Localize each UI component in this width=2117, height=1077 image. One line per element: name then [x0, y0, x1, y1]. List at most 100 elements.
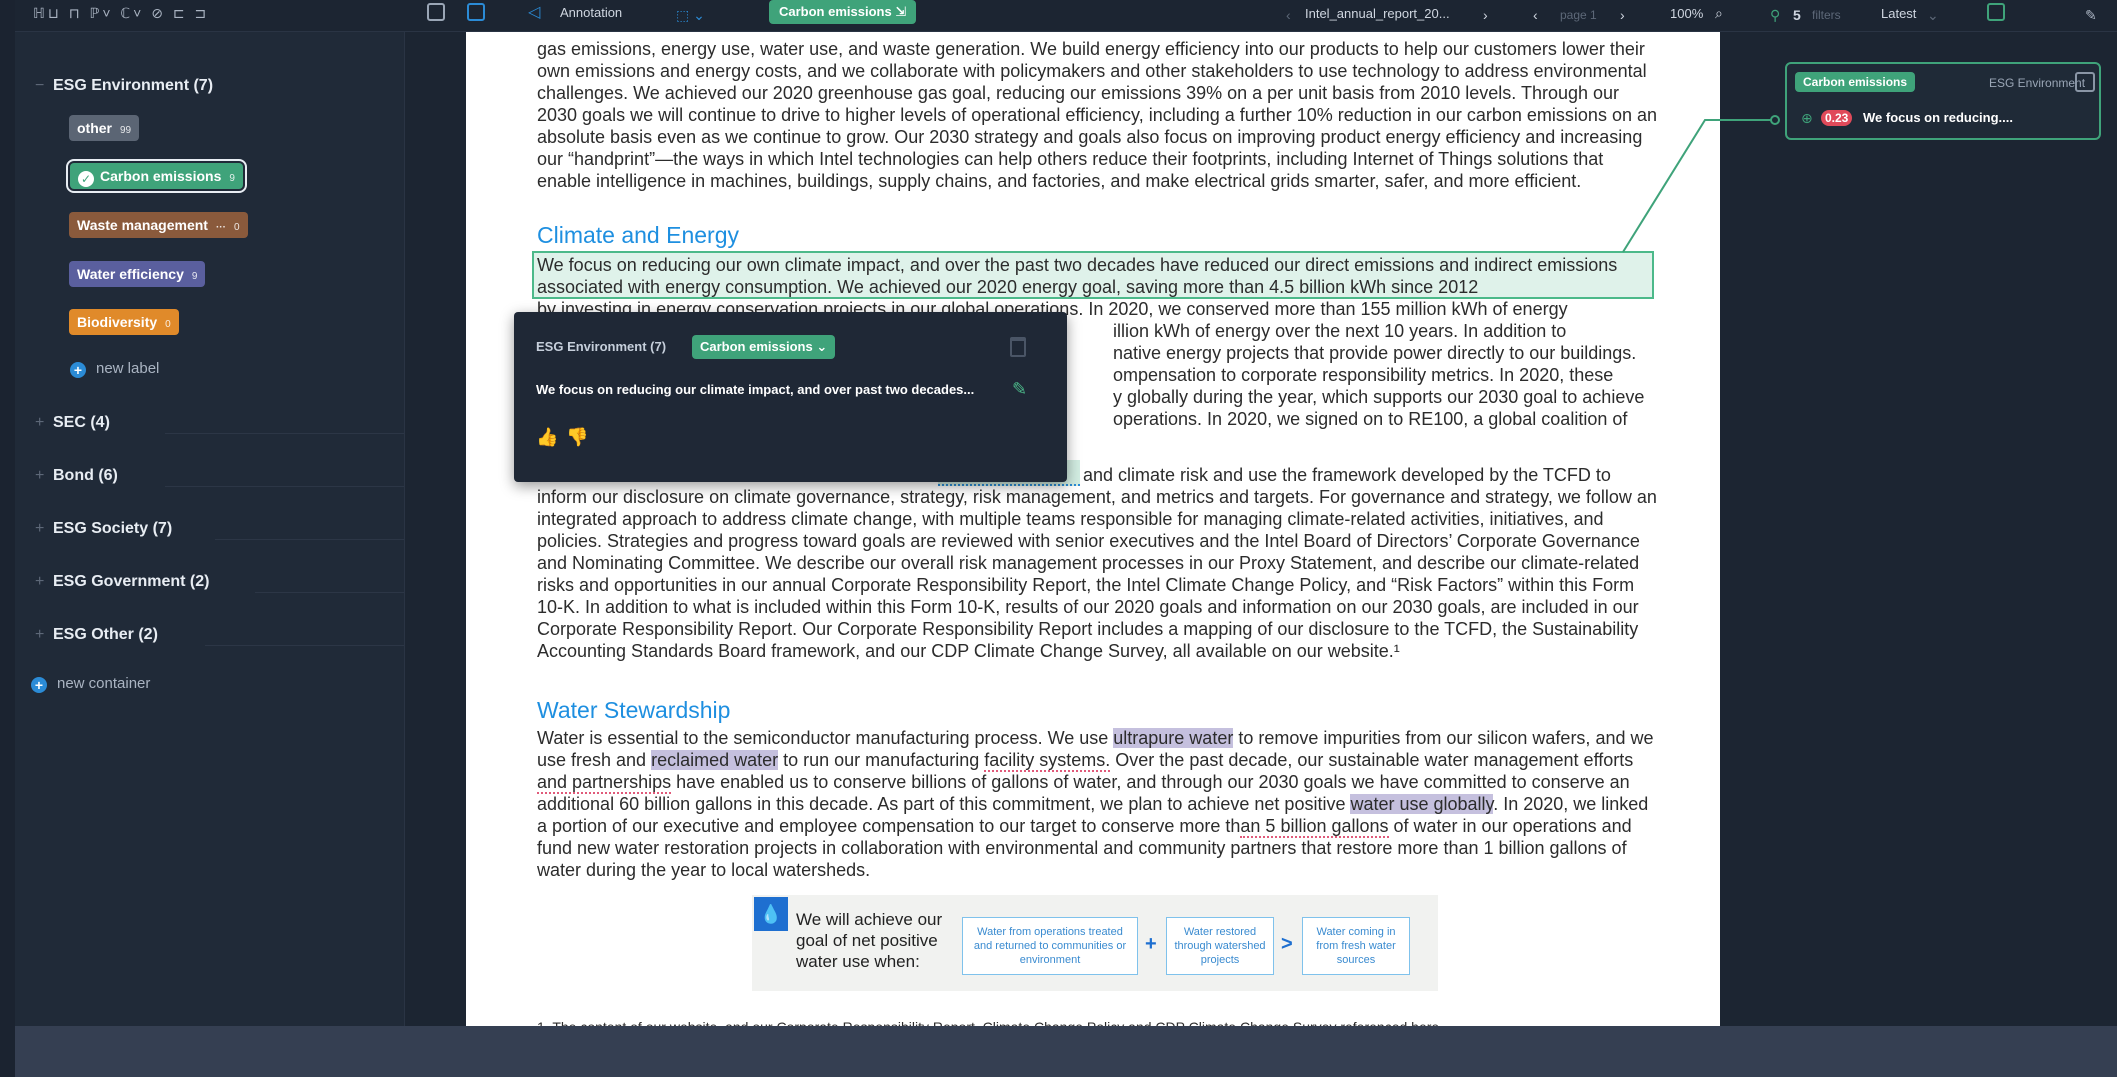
next-file-icon[interactable]: ›	[1483, 4, 1488, 26]
document-viewer: gas emissions, energy use, water use, an…	[406, 32, 1758, 1026]
filter-label[interactable]: filters	[1812, 4, 1841, 26]
paragraph-tcfd: inform our disclosure on climate governa…	[537, 487, 1657, 661]
group-esg-society[interactable]: + ESG Society (7)	[35, 514, 172, 544]
new-label-button[interactable]: + new label	[70, 357, 159, 381]
highlight-ultrapure-water[interactable]: ultrapure water	[1113, 728, 1234, 748]
expand-icon: +	[35, 520, 45, 537]
thumbs-up-icon[interactable]: 👍	[536, 427, 558, 448]
new-container-text: new container	[57, 675, 151, 692]
edit-icon[interactable]: ✎	[2085, 4, 2097, 26]
mode-label[interactable]: Annotation	[560, 2, 622, 24]
prev-file-icon[interactable]: ‹	[1286, 4, 1291, 26]
app-window: ℍ⊔ ⊓ ℙ˅ ℂ˅ ⊘ ⊏ ⊐ ◁ Annotation ⬚ ⌄ Carbon…	[15, 0, 2117, 1026]
paragraph-fragment: y globally during the year, which suppor…	[1113, 387, 1645, 407]
plus-operator: +	[1145, 933, 1157, 955]
divider	[255, 592, 404, 593]
confidence-score: 0.23	[1821, 110, 1853, 126]
select-region-icon[interactable]: ⬚ ⌄	[676, 4, 705, 26]
group-esg-environment[interactable]: − ESG Environment (7)	[35, 71, 213, 101]
underline-partnerships[interactable]: and partnerships	[537, 772, 672, 794]
divider	[205, 645, 404, 646]
expand-icon: +	[35, 467, 45, 484]
more-icon[interactable]: ···	[216, 222, 226, 233]
chevron-down-icon: ⌄	[816, 339, 828, 354]
add-annotation-icon[interactable]	[1987, 3, 2005, 25]
label-chip-water-efficiency[interactable]: Water efficiency 9	[69, 261, 206, 287]
paragraph-tcfd-first: and climate risk and use the framework d…	[1083, 465, 1611, 485]
greater-than-operator: >	[1281, 933, 1293, 955]
label-count: 0	[165, 319, 171, 330]
export-icon: ⇲	[895, 4, 907, 19]
next-page-icon[interactable]: ›	[1620, 4, 1625, 26]
annotation-card[interactable]: Carbon emissions ESG Environment ⊕ 0.23 …	[1785, 62, 2101, 140]
group-bond[interactable]: + Bond (6)	[35, 461, 118, 491]
footnote: 1. The content of our website, and our C…	[537, 1016, 1657, 1026]
expand-icon: +	[35, 573, 45, 590]
popup-group: ESG Environment (7)	[536, 339, 667, 354]
underline-facility-systems[interactable]: facility systems.	[984, 750, 1111, 772]
top-toolbar: ℍ⊔ ⊓ ℙ˅ ℂ˅ ⊘ ⊏ ⊐ ◁ Annotation ⬚ ⌄ Carbon…	[15, 0, 2117, 32]
water-drop-icon: 💧	[754, 897, 788, 931]
check-icon: ✓	[78, 171, 94, 187]
divider	[165, 486, 404, 487]
new-label-text: new label	[96, 360, 160, 377]
highlight-reclaimed-water[interactable]: reclaimed water	[651, 750, 779, 770]
label-count: 0	[233, 222, 240, 233]
label-name: Carbon emissions	[100, 168, 222, 184]
heading-water-stewardship: Water Stewardship	[537, 697, 731, 723]
filter-count: 5	[1793, 7, 1801, 23]
paragraph-fragment: operations. In 2020, we signed on to RE1…	[1113, 409, 1628, 429]
expand-icon[interactable]	[2075, 72, 2095, 92]
label-chip-carbon-emissions[interactable]: ✓ Carbon emissions 9	[66, 159, 247, 193]
group-esg-government[interactable]: + ESG Government (2)	[35, 567, 209, 597]
trash-icon[interactable]	[1010, 337, 1026, 357]
label-chip-other[interactable]: other 99	[69, 115, 140, 141]
active-label-text: Carbon emissions	[779, 4, 892, 19]
label-name: Waste management	[77, 217, 208, 233]
thumbs-down-icon[interactable]: 👎	[566, 427, 588, 448]
highlight-water-use-globally[interactable]: water use globally	[1350, 794, 1494, 814]
chevron-down-icon[interactable]: ⌄	[1927, 4, 1939, 26]
file-name[interactable]: Intel_annual_report_20...	[1305, 3, 1450, 25]
zoom-level[interactable]: 100%	[1670, 3, 1703, 25]
text-mode-icon[interactable]	[467, 3, 485, 25]
group-sec[interactable]: + SEC (4)	[35, 408, 110, 438]
paragraph-fragment: ompensation to corporate responsibility …	[1113, 365, 1614, 385]
underline-5-billion-gallons[interactable]: an 5 billion gallons	[1240, 816, 1389, 838]
prev-page-icon[interactable]: ‹	[1533, 4, 1538, 26]
group-label: ESG Other (2)	[53, 626, 158, 643]
label-name: other	[77, 120, 112, 136]
paragraph-climate-highlight[interactable]: We focus on reducing our own climate imp…	[537, 254, 1657, 298]
grid-icon[interactable]	[427, 3, 445, 25]
annotation-group: ESG Environment	[1989, 76, 2086, 90]
active-label-pill[interactable]: Carbon emissions ⇲	[769, 0, 917, 24]
popup-label-select[interactable]: Carbon emissions ⌄	[692, 335, 836, 359]
paragraph-intro: gas emissions, energy use, water use, an…	[537, 39, 1657, 191]
new-container-button[interactable]: + new container	[31, 672, 150, 696]
label-count: 9	[191, 271, 198, 282]
label-chip-waste-management[interactable]: Waste management ··· 0	[69, 212, 248, 238]
water-goal-text: We will achieve our goal of net positive…	[796, 910, 943, 971]
group-label: Bond (6)	[53, 467, 118, 484]
group-esg-other[interactable]: + ESG Other (2)	[35, 620, 158, 650]
toolbar-tools[interactable]: ℍ⊔ ⊓ ℙ˅ ℂ˅ ⊘ ⊏ ⊐	[33, 2, 209, 24]
heading-climate-energy: Climate and Energy	[537, 222, 739, 248]
page-indicator[interactable]: page 1	[1560, 4, 1597, 26]
document-page: gas emissions, energy use, water use, an…	[466, 32, 1720, 1026]
search-icon[interactable]: ⌕	[1715, 2, 1723, 24]
sort-select[interactable]: Latest	[1881, 3, 1916, 25]
plus-icon: +	[31, 677, 47, 693]
globe-icon: ⊕	[1801, 110, 1813, 126]
expand-icon: +	[35, 626, 45, 643]
pencil-icon[interactable]: ✎	[1012, 379, 1027, 400]
group-label: ESG Government (2)	[53, 573, 210, 590]
plus-icon: +	[70, 362, 86, 378]
group-label: SEC (4)	[53, 414, 110, 431]
label-chip-biodiversity[interactable]: Biodiversity 0	[69, 309, 179, 335]
group-label: ESG Society (7)	[53, 520, 173, 537]
water-box-restored: Water restored through watershed project…	[1166, 917, 1274, 975]
label-count: 9	[229, 173, 235, 184]
bottom-bar	[15, 1026, 2117, 1077]
divider	[165, 433, 404, 434]
filter-icon[interactable]: ⚲	[1770, 4, 1780, 26]
